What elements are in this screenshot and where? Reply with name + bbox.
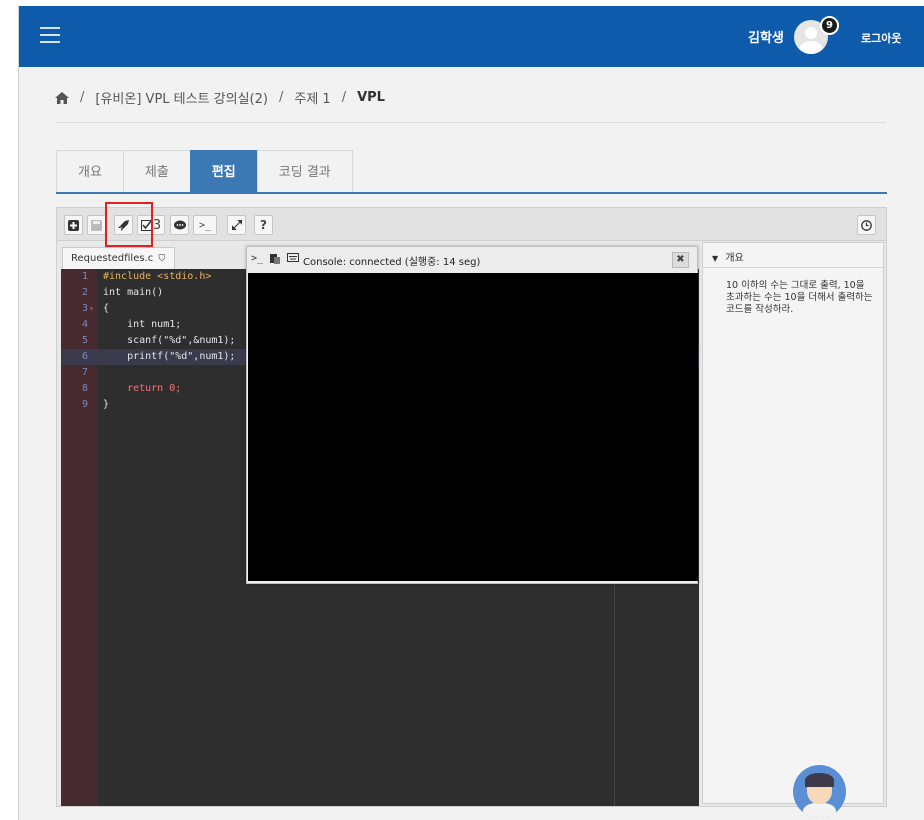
home-icon[interactable]	[55, 91, 69, 104]
tab-overview[interactable]: 개요	[56, 150, 124, 193]
line-number: 4	[81, 319, 88, 330]
code-text: int main()	[103, 287, 164, 298]
tab-edit[interactable]: 편집	[189, 150, 258, 193]
line-number: 9	[81, 399, 88, 410]
clock-icon[interactable]	[857, 215, 876, 235]
tab-underline	[56, 192, 887, 194]
expand-icon[interactable]	[227, 215, 246, 235]
breadcrumb-separator: /	[341, 90, 347, 105]
page-frame: 김학생 9 로그아웃 / [유비온] VPL 테스트 강의실(2) / 주제 1…	[18, 6, 924, 820]
breadcrumb-separator: /	[278, 90, 284, 105]
ide-toolbar: 3 >_ ?	[57, 202, 886, 247]
hamburger-icon[interactable]	[40, 27, 60, 43]
line-number: 7	[81, 367, 88, 378]
help-label: ?	[260, 218, 267, 232]
breadcrumb: / [유비온] VPL 테스트 강의실(2) / 주제 1 / VPL	[55, 88, 385, 107]
notification-badge[interactable]: 9	[820, 16, 839, 35]
line-number: 1	[81, 271, 88, 282]
divider	[56, 122, 886, 123]
top-navbar: 김학생 9 로그아웃	[19, 6, 924, 67]
clipboard-icon[interactable]	[270, 253, 280, 267]
speech-bubble-icon[interactable]	[170, 215, 189, 235]
chevron-down-icon: ▼	[712, 254, 719, 263]
user-name[interactable]: 김학생	[748, 27, 784, 46]
code-text: scanf("%d",&num1);	[103, 335, 236, 346]
save-icon[interactable]	[87, 215, 106, 235]
code-text: {	[103, 303, 110, 314]
fold-arrow-icon[interactable]: ▾	[89, 301, 94, 317]
code-text: printf("%d",num1);	[103, 351, 236, 362]
console-window: >_ Console: connected (실행중: 14 seg) ✖	[246, 246, 698, 584]
line-number: 3	[81, 303, 88, 314]
chatbot-button[interactable]	[793, 765, 846, 818]
console-header[interactable]: >_ Console: connected (실행중: 14 seg) ✖	[247, 247, 697, 273]
console-title: Console: connected (실행중: 14 seg)	[303, 257, 481, 268]
breadcrumb-separator: /	[80, 90, 85, 105]
breadcrumb-topic[interactable]: 주제 1	[294, 88, 330, 107]
terminal-icon[interactable]: >_	[193, 215, 217, 235]
logout-link[interactable]: 로그아웃	[861, 30, 901, 46]
code-text: return 0;	[103, 383, 182, 394]
code-text: #include <stdio.h>	[103, 271, 212, 282]
plus-icon[interactable]	[64, 215, 83, 235]
line-number: 6	[81, 351, 88, 362]
breadcrumb-current: VPL	[357, 90, 385, 105]
description-text: 10 이하의 수는 그대로 출력, 10을 초과하는 수는 10을 더해서 출력…	[726, 280, 873, 315]
vpl-ide: 3 >_ ? Requestedfiles.c ⛉ 1 #include <st…	[56, 202, 887, 807]
line-number: 8	[81, 383, 88, 394]
close-icon[interactable]: ✖	[672, 252, 689, 268]
keyboard-icon[interactable]	[287, 253, 299, 265]
file-tab[interactable]: Requestedfiles.c ⛉	[62, 247, 175, 269]
console-output[interactable]	[248, 273, 698, 581]
panel-header[interactable]: ▼ 개요	[703, 243, 883, 268]
terminal-icon[interactable]: >_	[251, 253, 263, 264]
description-panel: ▼ 개요 10 이하의 수는 그대로 출력, 10을 초과하는 수는 10을 더…	[702, 242, 884, 804]
shield-icon: ⛉	[158, 254, 166, 264]
panel-title: 개요	[725, 253, 744, 264]
code-text: int num1;	[103, 319, 182, 330]
file-name: Requestedfiles.c	[71, 253, 154, 264]
line-number: 5	[81, 335, 88, 346]
line-number: 2	[81, 287, 88, 298]
highlight-box	[105, 202, 153, 247]
tab-submit[interactable]: 제출	[122, 150, 191, 193]
evaluate-count: 3	[152, 217, 162, 233]
breadcrumb-course[interactable]: [유비온] VPL 테스트 강의실(2)	[95, 88, 268, 107]
question-icon[interactable]: ?	[254, 215, 273, 235]
tab-coding-result[interactable]: 코딩 결과	[256, 150, 353, 193]
code-text: }	[103, 399, 110, 410]
tab-bar: 개요 제출 편집 코딩 결과	[56, 150, 353, 193]
